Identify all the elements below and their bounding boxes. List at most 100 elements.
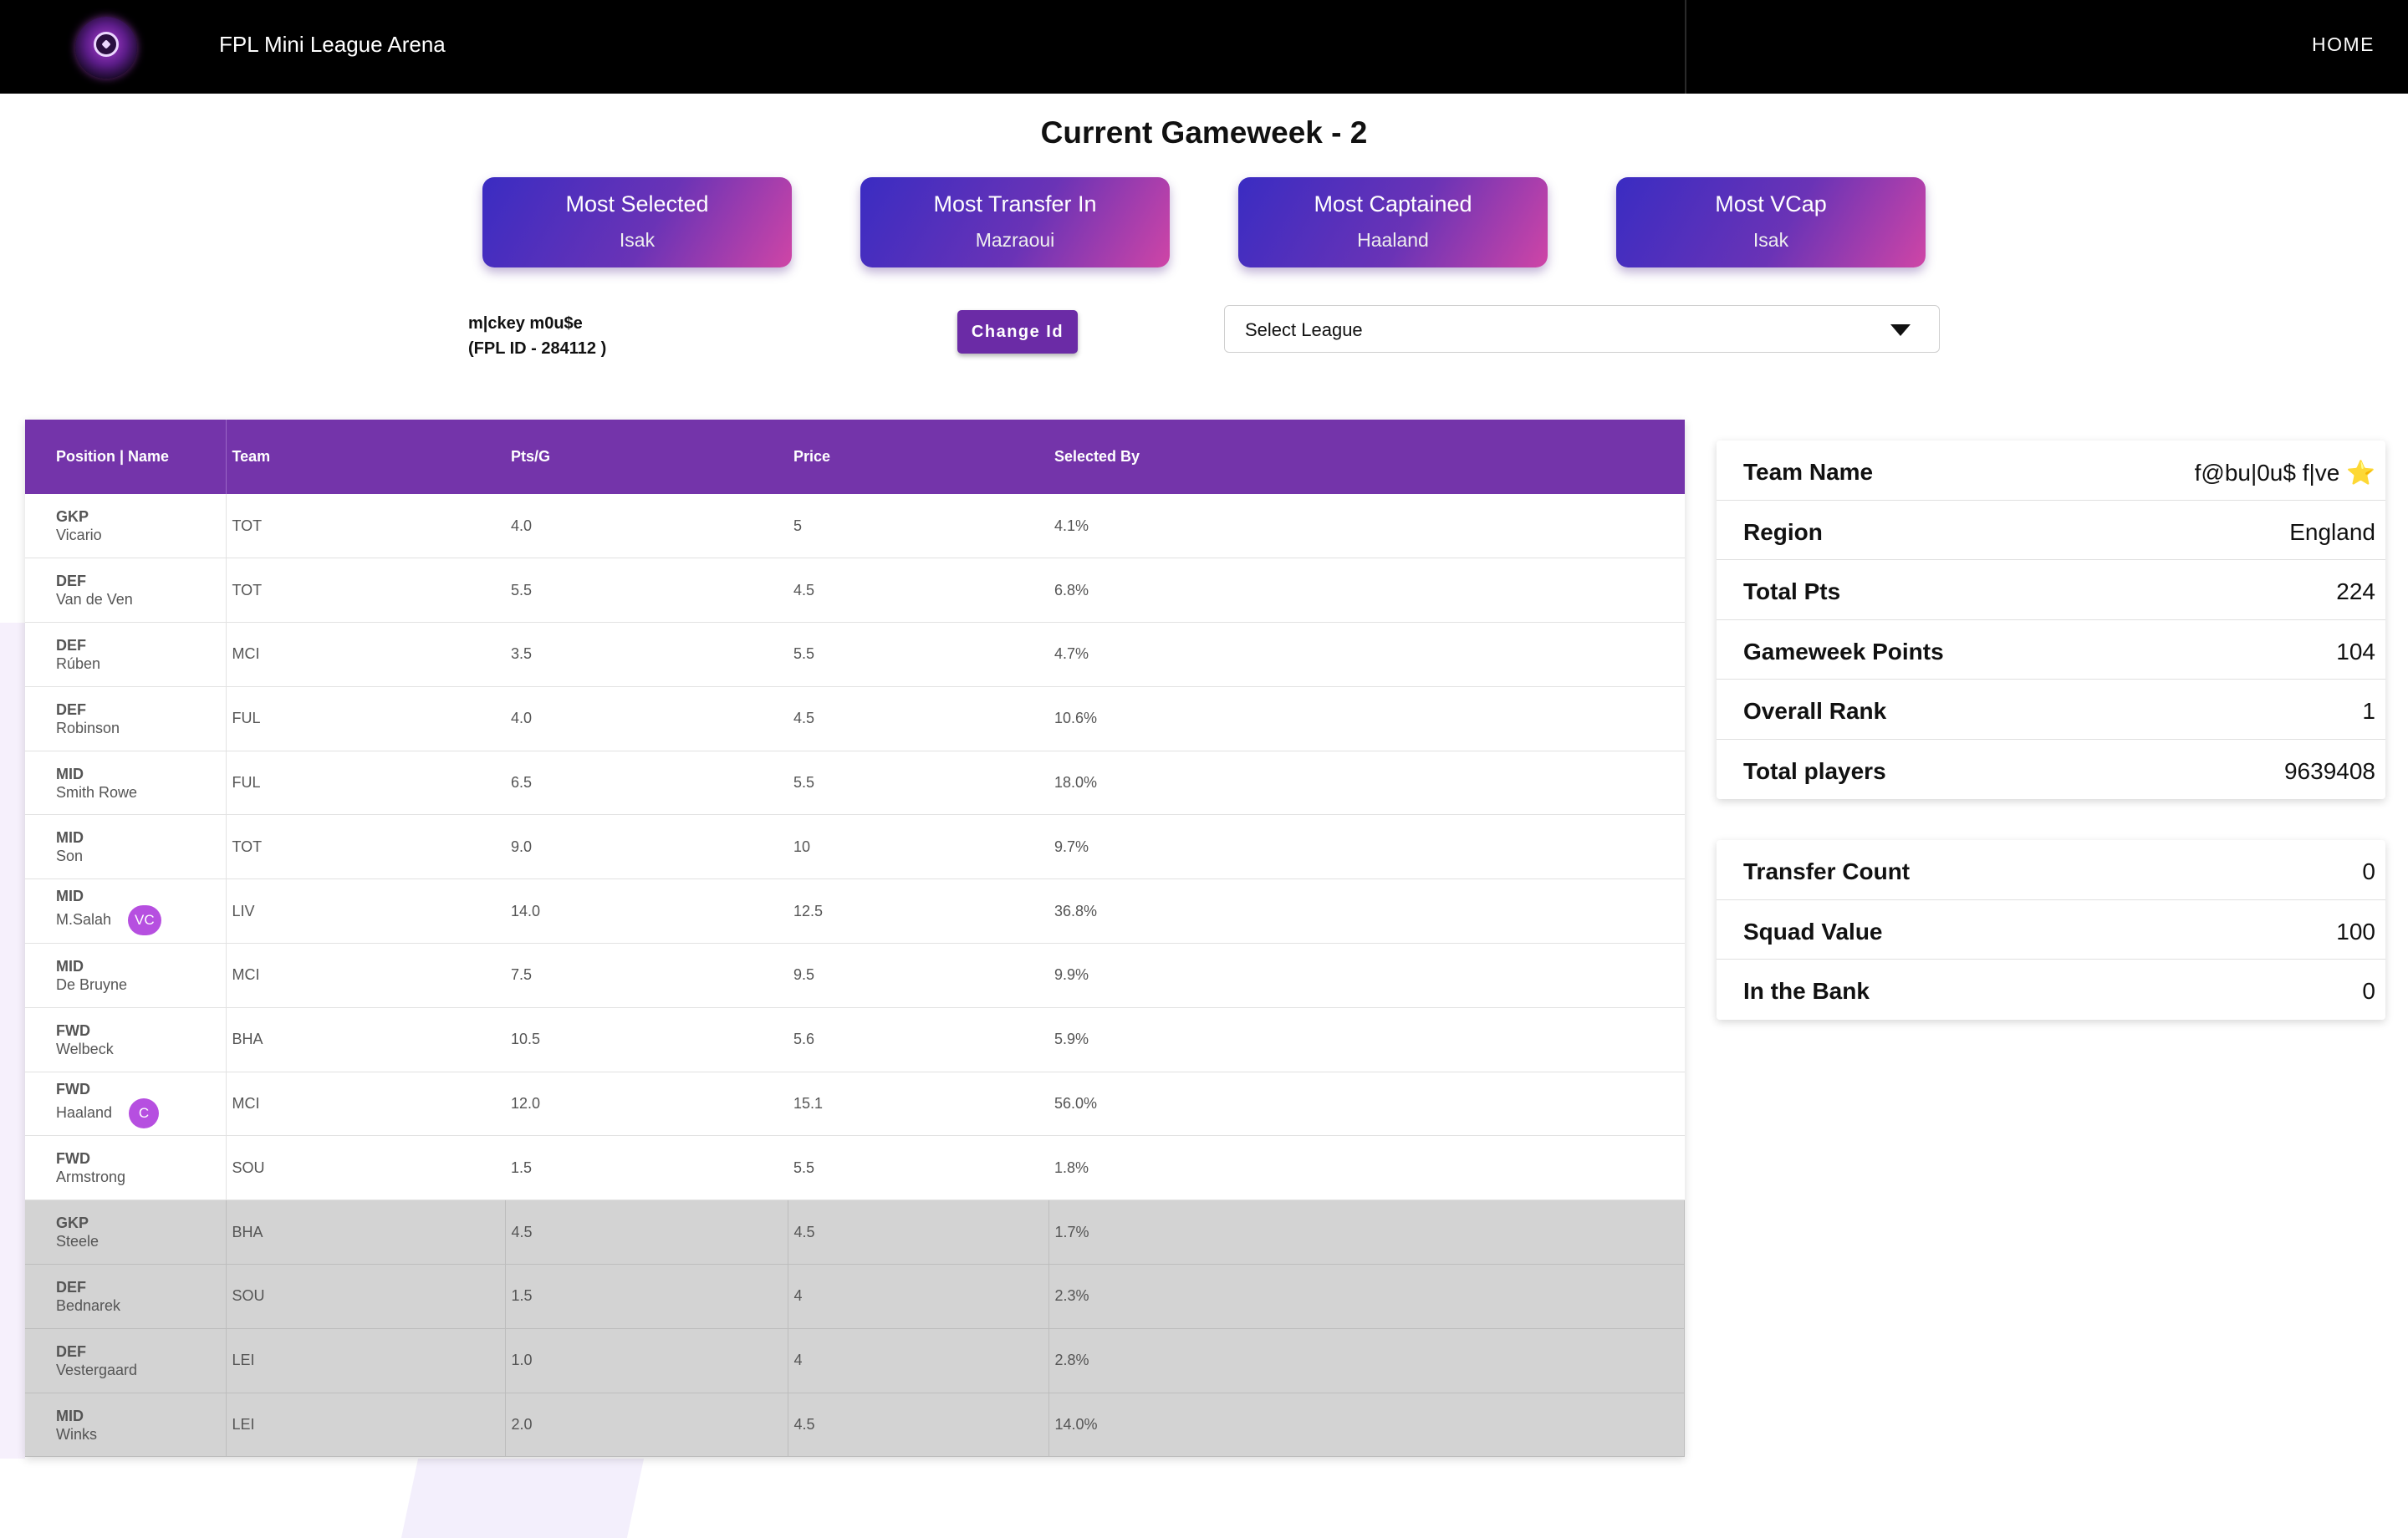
price-cell: 5.6 xyxy=(788,1007,1048,1072)
table-row: FWD Haaland C MCI 12.0 15.1 56.0% xyxy=(25,1072,1685,1137)
player-position: MID xyxy=(56,957,84,975)
info-row-gameweek-points: Gameweek Points 104 xyxy=(1717,620,2385,680)
stat-card-label: Most Captained xyxy=(1314,191,1472,216)
info-row-total-players: Total players 9639408 xyxy=(1717,740,2385,800)
info-value: England xyxy=(2289,518,2375,545)
stat-card-label: Most Selected xyxy=(565,191,709,216)
position-name-cell: GKP Vicario xyxy=(25,494,227,559)
bench-row: MID Winks LEI 2.0 4.5 14.0% xyxy=(25,1393,1685,1458)
price-cell: 5.5 xyxy=(788,751,1048,816)
pts-per-game-cell: 3.5 xyxy=(505,622,788,687)
player-name: Smith Rowe xyxy=(56,783,138,801)
captain-badge: C xyxy=(129,1097,160,1128)
selected-by-cell: 1.8% xyxy=(1048,1135,1685,1201)
team-cell: MCI xyxy=(226,1072,505,1137)
team-info-card: Team Name f@bu|0u$ f|ve ⭐ Region England T… xyxy=(1717,441,2385,799)
selected-by-cell: 14.0% xyxy=(1048,1393,1685,1458)
price-cell: 4.5 xyxy=(788,558,1048,624)
info-value: 104 xyxy=(2336,638,2375,665)
column-header-price: Price xyxy=(788,420,1048,494)
info-row-squad-value: Squad Value 100 xyxy=(1717,900,2385,960)
info-label: Overall Rank xyxy=(1743,698,1887,724)
league-select[interactable]: Select League xyxy=(1224,305,1940,353)
player-name: Bednarek xyxy=(56,1296,121,1314)
player-position: GKP xyxy=(56,508,89,526)
pts-per-game-cell: 1.0 xyxy=(505,1328,788,1393)
app-logo[interactable] xyxy=(75,17,137,79)
team-cell: TOT xyxy=(226,558,505,624)
player-position: MID xyxy=(56,888,84,905)
player-name: Welbeck xyxy=(56,1040,114,1057)
player-name: Winks xyxy=(56,1425,97,1443)
player-name: Haaland xyxy=(56,1103,113,1121)
stat-card-label: Most Transfer In xyxy=(933,191,1097,216)
home-link[interactable]: HOME xyxy=(2312,33,2375,56)
player-position: MID xyxy=(56,765,84,782)
player-position: DEF xyxy=(56,573,86,590)
info-row-total-pts: Total Pts 224 xyxy=(1717,560,2385,620)
player-position: DEF xyxy=(56,1342,86,1360)
pts-per-game-cell: 4.0 xyxy=(505,686,788,751)
stat-card-most-vcap: Most VCap Isak xyxy=(1616,177,1926,267)
pts-per-game-cell: 1.5 xyxy=(505,1264,788,1329)
player-name: Vicario xyxy=(56,527,102,544)
player-position: DEF xyxy=(56,636,86,654)
selected-by-cell: 4.7% xyxy=(1048,622,1685,687)
position-name-cell: MID M.Salah VC xyxy=(25,878,227,945)
stat-card-value: Mazraoui xyxy=(975,229,1055,251)
position-name-cell: MID De Bruyne xyxy=(25,943,227,1008)
info-label: Gameweek Points xyxy=(1743,638,1944,665)
stat-card-most-selected: Most Selected Isak xyxy=(482,177,792,267)
pts-per-game-cell: 4.0 xyxy=(505,494,788,559)
info-value: 100 xyxy=(2336,918,2375,945)
stat-card-value: Isak xyxy=(619,229,656,251)
selected-by-cell: 9.9% xyxy=(1048,943,1685,1008)
selected-by-cell: 56.0% xyxy=(1048,1072,1685,1137)
change-id-button[interactable]: Change Id xyxy=(957,310,1078,354)
team-cell: BHA xyxy=(226,1007,505,1072)
player-position: MID xyxy=(56,1407,84,1424)
player-position: FWD xyxy=(56,1080,90,1097)
bench-row: GKP Steele BHA 4.5 4.5 1.7% xyxy=(25,1199,1685,1266)
team-cell: LEI xyxy=(226,1328,506,1393)
table-row: MID De Bruyne MCI 7.5 9.5 9.9% xyxy=(25,943,1685,1008)
info-row-in-the-bank: In the Bank 0 xyxy=(1717,960,2385,1020)
team-cell: LIV xyxy=(226,878,505,945)
column-header-position-name: Position | Name xyxy=(25,420,227,494)
table-header-row: Position | Name Team Pts/G Price Selecte… xyxy=(25,420,1685,494)
price-cell: 4 xyxy=(788,1328,1049,1393)
selected-by-cell: 5.9% xyxy=(1048,1007,1685,1072)
position-name-cell: MID Smith Rowe xyxy=(25,751,227,816)
top-navbar: FPL Mini League Arena HOME xyxy=(0,0,2408,94)
player-position: MID xyxy=(56,829,84,847)
player-position: DEF xyxy=(56,1278,86,1296)
team-cell: MCI xyxy=(226,943,505,1008)
selected-by-cell: 4.1% xyxy=(1048,494,1685,559)
selected-by-cell: 18.0% xyxy=(1048,751,1685,816)
table-row: GKP Vicario TOT 4.0 5 4.1% xyxy=(25,494,1685,559)
info-value: f@bu|0u$ f|ve ⭐ xyxy=(2194,460,2375,486)
pts-per-game-cell: 10.5 xyxy=(505,1007,788,1072)
vice-captain-badge: VC xyxy=(128,905,161,936)
pts-per-game-cell: 6.5 xyxy=(505,751,788,816)
team-cell: LEI xyxy=(226,1393,506,1458)
stat-card-most-captained: Most Captained Haaland xyxy=(1238,177,1548,267)
position-name-cell: DEF Robinson xyxy=(25,686,227,751)
position-name-cell: DEF Van de Ven xyxy=(25,558,227,624)
stat-card-value: Isak xyxy=(1752,229,1789,251)
price-cell: 4.5 xyxy=(788,686,1048,751)
player-name: Armstrong xyxy=(56,1169,126,1186)
league-select-value: Select League xyxy=(1245,319,1363,340)
table-row: DEF Van de Ven TOT 5.5 4.5 6.8% xyxy=(25,558,1685,624)
selected-by-cell: 10.6% xyxy=(1048,686,1685,751)
price-cell: 12.5 xyxy=(788,878,1048,945)
background-shape xyxy=(400,1459,645,1538)
pts-per-game-cell: 5.5 xyxy=(505,558,788,624)
column-header-team: Team xyxy=(226,420,505,494)
table-row: DEF Rúben MCI 3.5 5.5 4.7% xyxy=(25,622,1685,687)
background-shape xyxy=(0,623,25,1459)
position-name-cell: FWD Armstrong xyxy=(25,1135,227,1201)
price-cell: 5 xyxy=(788,494,1048,559)
position-name-cell: MID Winks xyxy=(25,1393,227,1458)
team-cell: TOT xyxy=(226,814,505,880)
